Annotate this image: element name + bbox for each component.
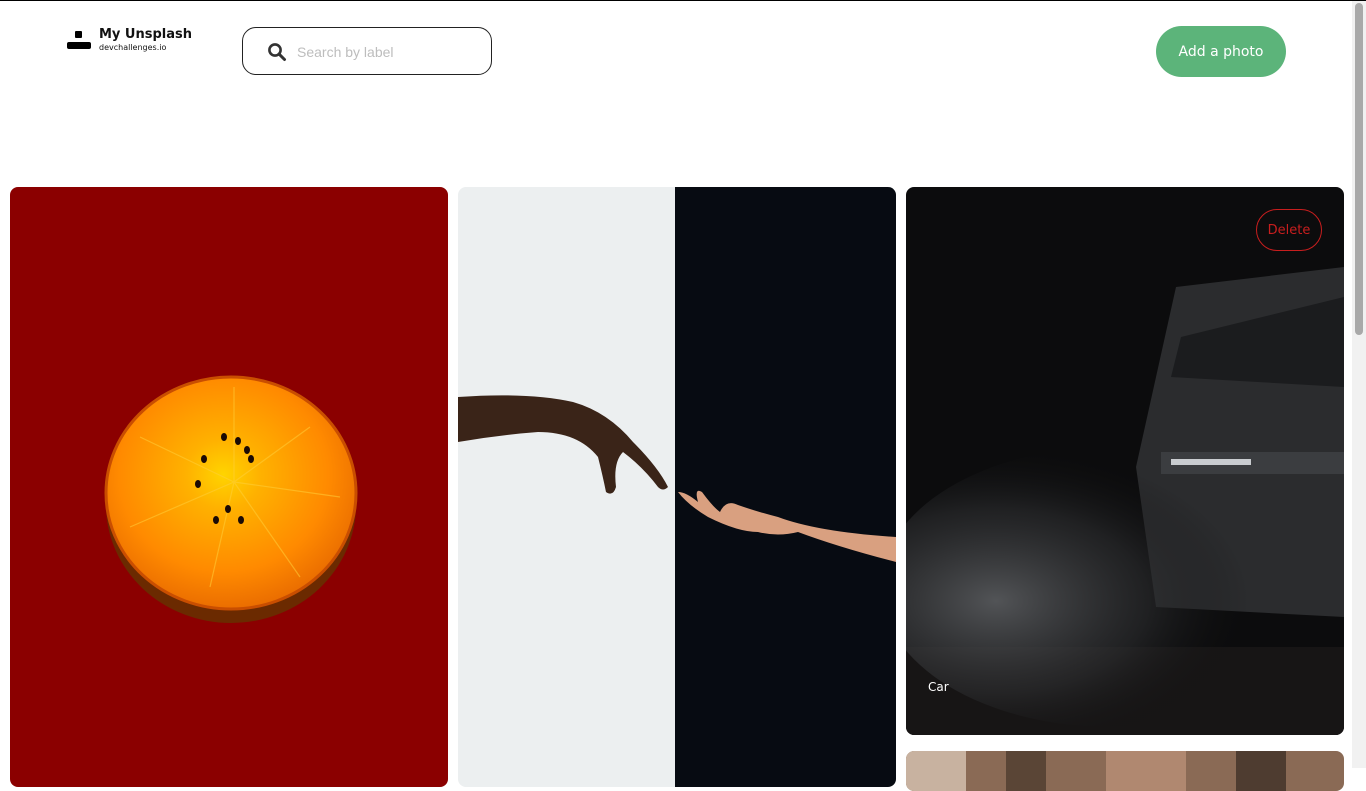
scrollbar-thumb[interactable] — [1355, 3, 1363, 335]
scrollbar[interactable] — [1352, 1, 1366, 768]
search-box[interactable] — [242, 27, 492, 75]
photo-label: Car — [928, 680, 949, 694]
delete-button[interactable]: Delete — [1256, 209, 1322, 251]
photo-image — [10, 187, 448, 787]
header: My Unsplash devchallenges.io Add a photo — [0, 1, 1352, 101]
logo-title: My Unsplash — [99, 27, 193, 42]
search-icon — [268, 43, 286, 61]
photo-image — [458, 187, 896, 787]
logo[interactable]: My Unsplash devchallenges.io — [67, 27, 207, 57]
search-input[interactable] — [295, 40, 479, 64]
photo-card[interactable] — [906, 751, 1344, 791]
photo-card[interactable] — [10, 187, 448, 787]
add-photo-button[interactable]: Add a photo — [1156, 26, 1286, 77]
photo-image — [906, 751, 1344, 791]
photo-card[interactable] — [458, 187, 896, 787]
photo-card[interactable]: Delete Car — [906, 187, 1344, 735]
logo-icon — [67, 31, 91, 49]
photo-image — [906, 187, 1344, 735]
logo-subtitle: devchallenges.io — [99, 43, 167, 52]
